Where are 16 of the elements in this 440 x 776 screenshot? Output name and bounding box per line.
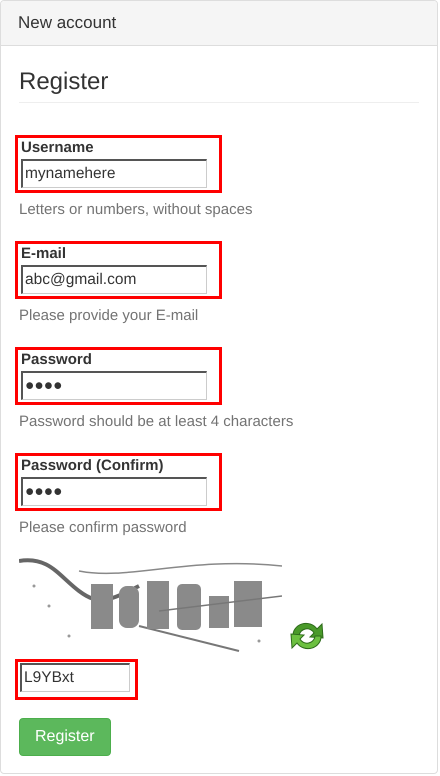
help-text: Password should be at least 4 characters — [19, 413, 294, 430]
form-heading: Register — [19, 68, 419, 103]
field-label: Password — [21, 351, 93, 368]
refresh-icon[interactable] — [288, 620, 326, 652]
help-text: Please provide your E-mail — [19, 307, 200, 324]
field-label: Username — [21, 139, 95, 156]
help-text: Letters or numbers, without spaces — [19, 201, 254, 218]
captcha-field[interactable]: L9YBxt — [20, 663, 130, 692]
help-text: Please confirm password — [19, 519, 188, 536]
panel-title: New account — [18, 13, 116, 33]
field-label: E-mail — [21, 245, 68, 262]
input-field[interactable]: ●●●● — [21, 477, 207, 506]
field-label: Password (Confirm) — [21, 457, 165, 474]
input-field[interactable]: mynamehere — [21, 159, 207, 188]
input-field[interactable]: ●●●● — [21, 371, 207, 400]
input-field[interactable]: abc@gmail.com — [21, 265, 207, 294]
